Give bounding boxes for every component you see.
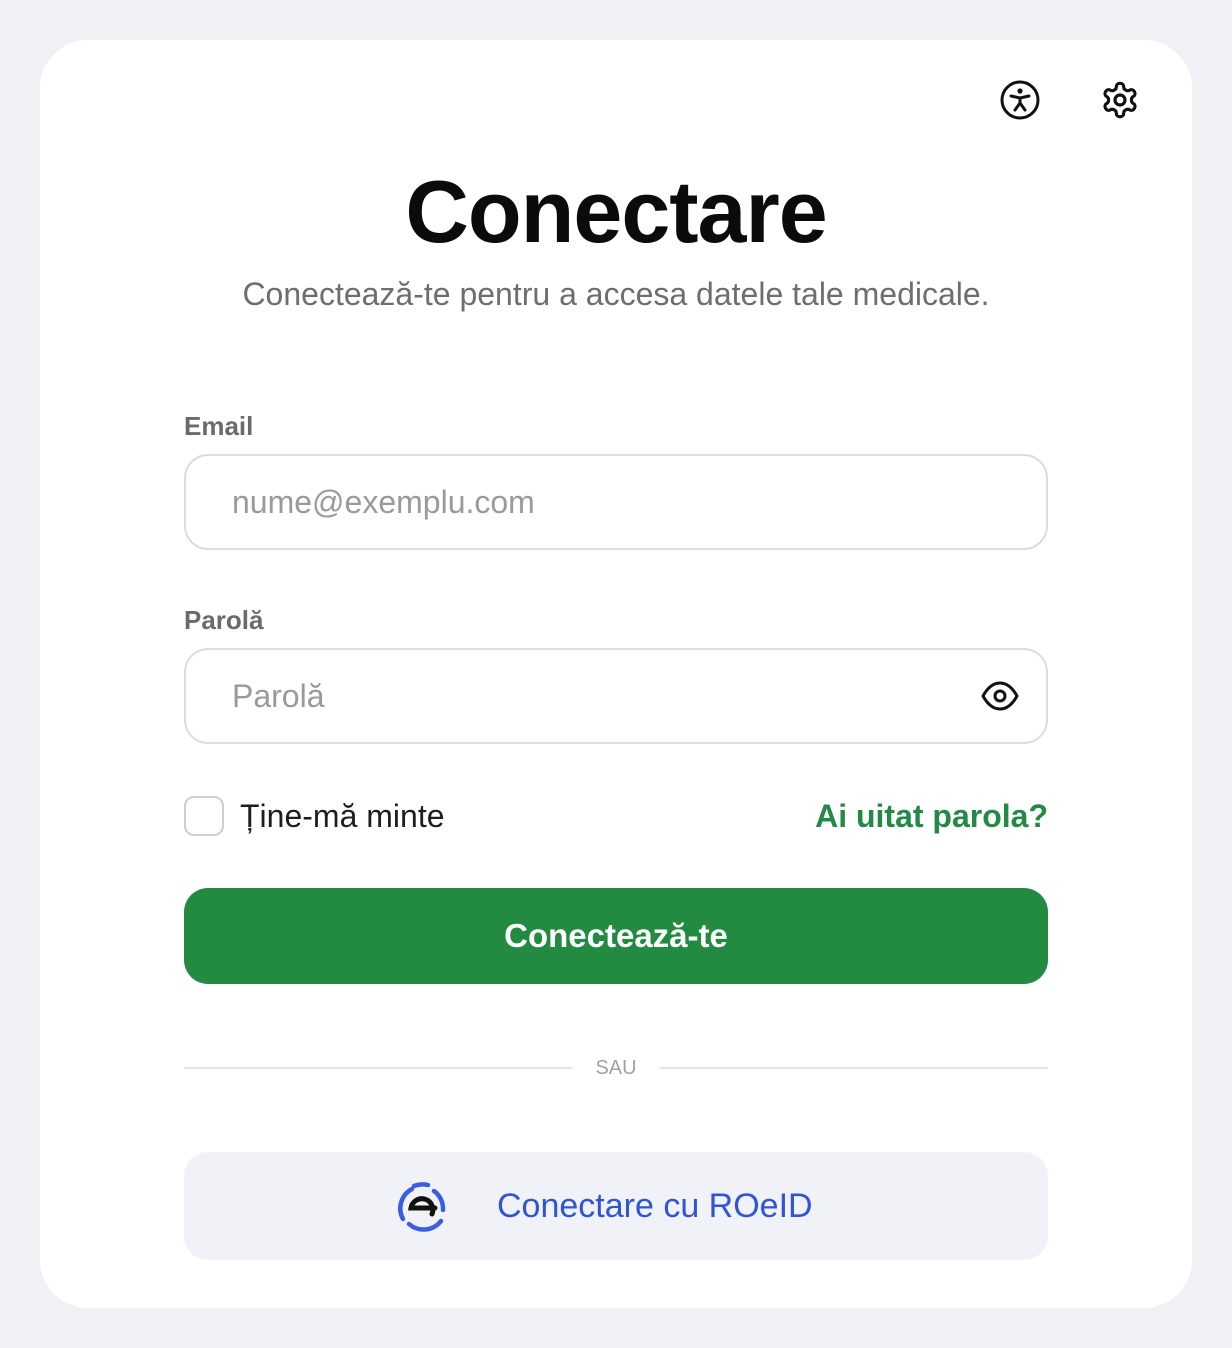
forgot-password-link[interactable]: Ai uitat parola? [815, 796, 1048, 836]
login-button[interactable]: Conectează-te [184, 888, 1048, 984]
remember-me-label: Ține-mă minte [240, 797, 445, 834]
or-divider: SAU [184, 1052, 1048, 1084]
roeid-login-label: Conectare cu ROeID [497, 1187, 813, 1225]
eye-icon [981, 681, 1019, 711]
divider-line-right [660, 1067, 1048, 1069]
remember-me-toggle[interactable]: Ține-mă minte [184, 796, 445, 836]
password-label: Parolă [184, 605, 264, 635]
roeid-logo-icon [398, 1182, 446, 1232]
email-field[interactable] [232, 456, 972, 548]
roeid-login-button[interactable]: Conectare cu ROeID [184, 1152, 1048, 1260]
login-card: Conectare Conectează-te pentru a accesa … [40, 40, 1192, 1308]
remember-me-checkbox[interactable] [184, 796, 224, 836]
accessibility-icon [1000, 80, 1040, 120]
toggle-password-visibility-button[interactable] [978, 674, 1022, 718]
password-field-container [184, 648, 1048, 744]
password-field[interactable] [232, 650, 972, 742]
gear-icon [1103, 81, 1137, 119]
settings-button[interactable] [1096, 76, 1144, 124]
page-subtitle: Conectează-te pentru a accesa datele tal… [242, 276, 990, 312]
email-field-container [184, 454, 1048, 550]
accessibility-button[interactable] [996, 76, 1044, 124]
page-title: Conectare [405, 162, 827, 261]
email-label: Email [184, 411, 254, 441]
